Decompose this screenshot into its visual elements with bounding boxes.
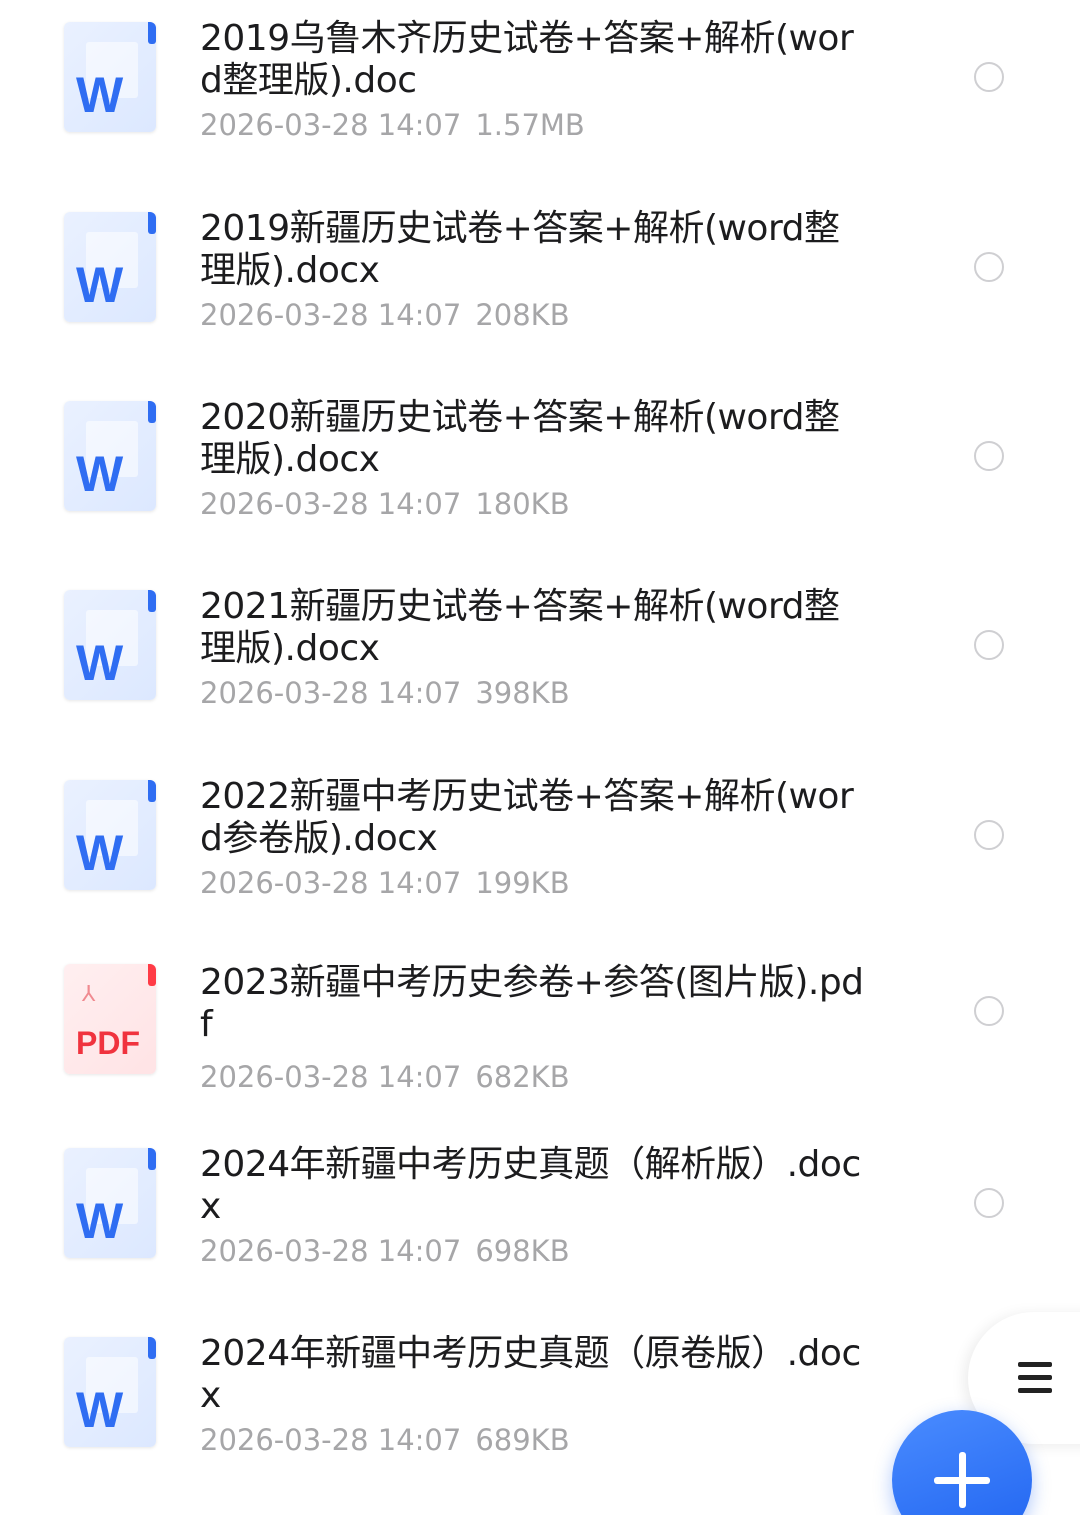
file-browser-screen: W 2019乌鲁木齐历史试卷+答案+解析(word整理版).doc 2026-0… [0,0,1080,1515]
file-size: 682KB [475,1060,570,1094]
file-size: 199KB [475,866,570,900]
file-size: 1.57MB [475,108,585,142]
select-radio[interactable] [974,252,1004,282]
file-name: 2021新疆历史试卷+答案+解析(word整理版).docx [200,586,840,669]
pdf-letter: PDF [76,1025,140,1061]
file-row[interactable]: ⅄ PDF 2023新疆中考历史参卷+参答(图片版).pdf 2026-03-2… [0,950,1080,1120]
select-radio[interactable] [974,1188,1004,1218]
file-name: 2023新疆中考历史参卷+参答(图片版).pdf [200,962,864,1045]
file-row[interactable]: W 2019新疆历史试卷+答案+解析(word整理版).docx 2026-03… [0,198,1080,368]
file-size: 398KB [475,676,570,710]
select-radio[interactable] [974,996,1004,1026]
word-letter: W [76,446,124,502]
file-info: 2022新疆中考历史试卷+答案+解析(word参卷版).docx 2026-03… [200,776,870,904]
file-name: 2019乌鲁木齐历史试卷+答案+解析(word整理版).doc [200,18,854,101]
file-size: 689KB [475,1423,570,1457]
word-doc-icon: W [64,1148,156,1258]
file-size: 180KB [475,487,570,521]
file-name: 2022新疆中考历史试卷+答案+解析(word参卷版).docx [200,776,854,859]
file-date: 2026-03-28 14:07 [200,487,462,521]
select-radio[interactable] [974,62,1004,92]
file-info: 2019乌鲁木齐历史试卷+答案+解析(word整理版).doc 2026-03-… [200,18,870,146]
plus-icon [959,1452,966,1508]
file-meta: 2026-03-28 14:07 208KB [200,294,870,336]
select-radio[interactable] [974,441,1004,471]
hamburger-menu-icon[interactable] [1018,1360,1052,1396]
file-date: 2026-03-28 14:07 [200,1234,462,1268]
file-name: 2024年新疆中考历史真题（解析版）.docx [200,1144,861,1227]
file-size: 698KB [475,1234,570,1268]
word-doc-icon: W [64,590,156,700]
file-info: 2021新疆历史试卷+答案+解析(word整理版).docx 2026-03-2… [200,586,870,714]
word-doc-icon: W [64,401,156,511]
file-meta: 2026-03-28 14:07 698KB [200,1230,870,1272]
pdf-icon: ⅄ PDF [64,964,156,1074]
word-letter: W [76,257,124,313]
file-date: 2026-03-28 14:07 [200,1060,462,1094]
file-meta: 2026-03-28 14:07 398KB [200,672,870,714]
word-letter: W [76,825,124,881]
file-date: 2026-03-28 14:07 [200,676,462,710]
file-date: 2026-03-28 14:07 [200,298,462,332]
file-name: 2024年新疆中考历史真题（原卷版）.docx [200,1333,861,1416]
file-info: 2019新疆历史试卷+答案+解析(word整理版).docx 2026-03-2… [200,208,870,336]
file-row[interactable]: W 2024年新疆中考历史真题（解析版）.docx 2026-03-28 14:… [0,1134,1080,1304]
file-meta: 2026-03-28 14:07 180KB [200,483,870,525]
word-doc-icon: W [64,780,156,890]
file-meta: 2026-03-28 14:07 689KB [200,1419,870,1461]
file-meta: 2026-03-28 14:07 1.57MB [200,104,870,146]
file-info: 2023新疆中考历史参卷+参答(图片版).pdf 2026-03-28 14:0… [200,962,870,1098]
file-date: 2026-03-28 14:07 [200,1423,462,1457]
file-name: 2020新疆历史试卷+答案+解析(word整理版).docx [200,397,840,480]
file-info: 2024年新疆中考历史真题（解析版）.docx 2026-03-28 14:07… [200,1144,870,1272]
word-letter: W [76,635,124,691]
file-date: 2026-03-28 14:07 [200,866,462,900]
word-doc-icon: W [64,212,156,322]
select-radio[interactable] [974,820,1004,850]
file-info: 2024年新疆中考历史真题（原卷版）.docx 2026-03-28 14:07… [200,1333,870,1461]
file-row[interactable]: W 2021新疆历史试卷+答案+解析(word整理版).docx 2026-03… [0,576,1080,746]
file-info: 2020新疆历史试卷+答案+解析(word整理版).docx 2026-03-2… [200,397,870,525]
file-meta: 2026-03-28 14:07 682KB [200,1056,870,1098]
select-radio[interactable] [974,630,1004,660]
file-row[interactable]: W 2020新疆历史试卷+答案+解析(word整理版).docx 2026-03… [0,387,1080,557]
word-letter: W [76,1193,124,1249]
file-name: 2019新疆历史试卷+答案+解析(word整理版).docx [200,208,840,291]
file-date: 2026-03-28 14:07 [200,108,462,142]
file-size: 208KB [475,298,570,332]
file-row[interactable]: W 2022新疆中考历史试卷+答案+解析(word参卷版).docx 2026-… [0,766,1080,936]
word-letter: W [76,1382,124,1438]
word-doc-icon: W [64,22,156,132]
word-letter: W [76,67,124,123]
file-row[interactable]: W 2019乌鲁木齐历史试卷+答案+解析(word整理版).doc 2026-0… [0,8,1080,178]
word-doc-icon: W [64,1337,156,1447]
acrobat-icon: ⅄ [82,982,96,1007]
file-meta: 2026-03-28 14:07 199KB [200,862,870,904]
